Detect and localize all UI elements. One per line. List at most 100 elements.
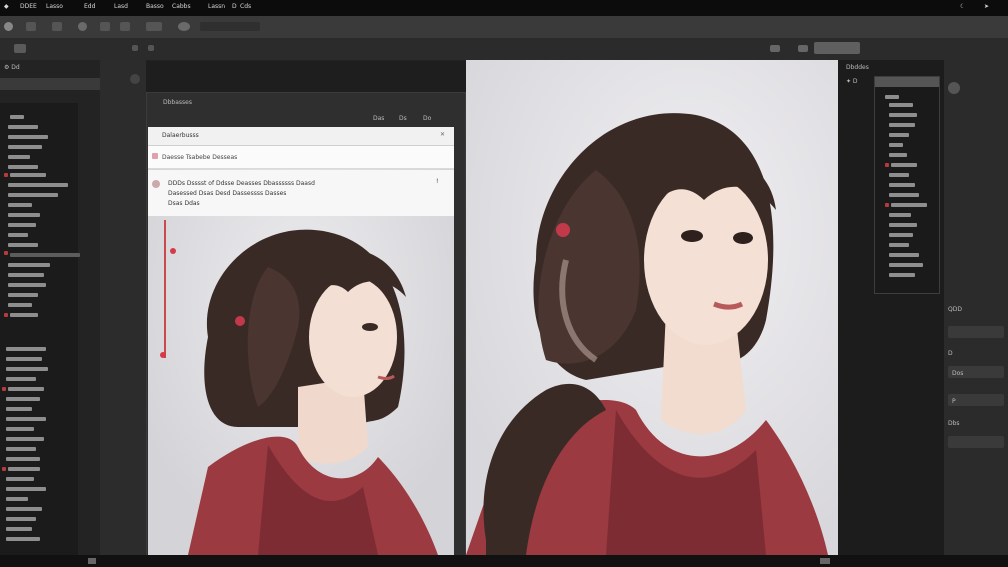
menu-item-2[interactable]: Lasso	[46, 3, 63, 10]
list-item[interactable]	[891, 163, 917, 167]
search-bar[interactable]: Daesse Tsabebe Desseas	[148, 146, 454, 169]
tool-button-8[interactable]	[178, 22, 190, 31]
timeline-marker[interactable]	[170, 248, 176, 254]
list-item[interactable]	[889, 113, 917, 117]
menu-item-6[interactable]: Cabbs	[172, 3, 191, 10]
list-item[interactable]	[6, 417, 46, 421]
list-item[interactable]	[8, 155, 30, 159]
list-item[interactable]	[6, 407, 32, 411]
circle-icon[interactable]	[948, 82, 960, 94]
grid-icon[interactable]	[798, 45, 808, 52]
list-item[interactable]	[8, 263, 50, 267]
star-icon[interactable]: ✦ D	[846, 78, 858, 85]
mode-button[interactable]	[814, 42, 860, 54]
tool-button-7[interactable]	[146, 22, 162, 31]
list-item[interactable]	[6, 487, 46, 491]
triangle-icon[interactable]	[14, 44, 26, 53]
timeline-marker[interactable]	[160, 352, 166, 358]
list-item[interactable]	[6, 497, 28, 501]
list-item[interactable]	[10, 313, 38, 317]
list-item[interactable]	[8, 303, 32, 307]
list-item[interactable]	[889, 223, 917, 227]
list-item[interactable]	[889, 103, 913, 107]
list-item[interactable]	[6, 347, 46, 351]
info-icon[interactable]: !	[436, 178, 438, 185]
doc-toolbar-label-3[interactable]: Do	[423, 115, 431, 122]
menu-item-9[interactable]: Cds	[240, 3, 251, 10]
list-item[interactable]	[889, 253, 919, 257]
menu-item-7[interactable]: Lassn	[208, 3, 225, 10]
list-item[interactable]	[6, 477, 34, 481]
list-item[interactable]	[8, 293, 38, 297]
list-item[interactable]	[6, 397, 40, 401]
list-item[interactable]	[889, 173, 909, 177]
list-item[interactable]	[6, 457, 40, 461]
list-item[interactable]	[889, 183, 915, 187]
list-item[interactable]	[889, 133, 909, 137]
panel-search[interactable]	[0, 78, 100, 90]
list-item[interactable]	[8, 135, 48, 139]
list-item[interactable]	[8, 467, 40, 471]
small-icon[interactable]	[132, 45, 138, 51]
menu-item-4[interactable]: Lasd	[114, 3, 128, 10]
list-item[interactable]	[889, 153, 907, 157]
list-item[interactable]	[8, 283, 46, 287]
list-item-selected[interactable]	[10, 253, 80, 257]
list-item[interactable]	[6, 367, 48, 371]
menu-item-8[interactable]: D	[232, 3, 237, 10]
list-item[interactable]	[889, 123, 915, 127]
list-item[interactable]	[8, 125, 38, 129]
menu-item-1[interactable]: DDEE	[20, 3, 37, 10]
tool-button-4[interactable]	[78, 22, 87, 31]
field-3[interactable]	[948, 394, 1004, 406]
list-item[interactable]	[8, 273, 44, 277]
list-item[interactable]	[889, 213, 911, 217]
list-item[interactable]	[8, 387, 44, 391]
field-1[interactable]	[948, 326, 1004, 338]
list-item[interactable]	[6, 517, 36, 521]
gear-icon[interactable]: ⚙ Dd	[4, 64, 20, 71]
menu-item-5[interactable]: Basso	[146, 3, 164, 10]
doc-toolbar-label-1[interactable]: Das	[373, 115, 384, 122]
tool-button-6[interactable]	[120, 22, 130, 31]
moon-icon[interactable]: ☾	[960, 3, 965, 10]
list-item[interactable]	[8, 145, 42, 149]
list-item[interactable]	[889, 273, 915, 277]
small-icon-2[interactable]	[148, 45, 154, 51]
field-4[interactable]	[948, 436, 1004, 448]
list-item[interactable]	[889, 263, 923, 267]
menu-item-3[interactable]: Edd	[84, 3, 95, 10]
apple-icon[interactable]: ◆	[4, 3, 9, 10]
tool-button-3[interactable]	[52, 22, 62, 31]
list-item[interactable]	[6, 507, 42, 511]
list-item[interactable]	[8, 165, 38, 169]
list-item[interactable]	[885, 95, 899, 99]
list-item[interactable]	[6, 357, 42, 361]
timeline-bar[interactable]	[164, 220, 166, 358]
main-canvas[interactable]	[466, 60, 838, 555]
doc-toolbar-label-2[interactable]: Ds	[399, 115, 407, 122]
list-item[interactable]	[8, 223, 36, 227]
list-item[interactable]	[6, 377, 36, 381]
list-item[interactable]	[6, 527, 32, 531]
list-item[interactable]	[6, 437, 44, 441]
dropdown-list[interactable]	[874, 76, 940, 294]
close-icon[interactable]: ✕	[440, 131, 445, 138]
list-item[interactable]	[8, 243, 38, 247]
toolbar-field[interactable]	[200, 22, 260, 31]
list-item[interactable]	[10, 115, 24, 119]
list-item[interactable]	[6, 537, 40, 541]
tool-button-1[interactable]	[4, 22, 13, 31]
dropdown-header[interactable]	[875, 77, 939, 87]
tool-button-5[interactable]	[100, 22, 110, 31]
list-item[interactable]	[8, 203, 32, 207]
list-item[interactable]	[889, 193, 919, 197]
refresh-icon[interactable]	[130, 74, 140, 84]
view-icon[interactable]	[770, 45, 780, 52]
list-item[interactable]	[8, 213, 40, 217]
list-item[interactable]	[8, 183, 68, 187]
list-item[interactable]	[891, 203, 927, 207]
tool-button-2[interactable]	[26, 22, 36, 31]
list-item[interactable]	[889, 143, 903, 147]
list-item[interactable]	[8, 233, 28, 237]
